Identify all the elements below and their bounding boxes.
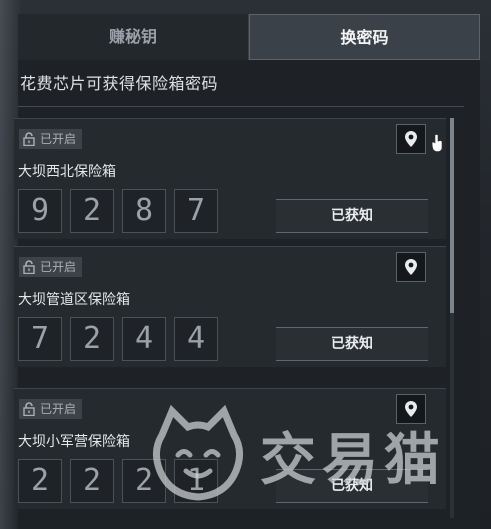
code-digit: 2 <box>70 189 114 233</box>
status-text: 已开启 <box>40 132 77 146</box>
code-digit: 2 <box>122 459 166 503</box>
status-text: 已开启 <box>40 402 77 416</box>
tab-earn-keys[interactable]: 赚秘钥 <box>18 14 249 60</box>
safe-name: 大坝小军营保险箱 <box>18 434 130 450</box>
location-pin-icon <box>405 259 417 275</box>
status-text: 已开启 <box>40 260 77 274</box>
status-badge: 已开启 <box>19 129 83 149</box>
code-digit: 4 <box>174 317 218 361</box>
safe-name: 大坝西北保险箱 <box>18 164 116 180</box>
code-digit: 1 <box>174 459 218 503</box>
unlock-icon <box>23 402 35 416</box>
status-badge: 已开启 <box>19 257 83 277</box>
code-digit: 2 <box>18 459 62 503</box>
safe-list: 已开启 大坝西北保险箱 9 2 8 7 已获知 已开启 大坝管道区保险箱 7 2… <box>14 118 446 529</box>
location-pin-icon <box>405 131 417 147</box>
locate-button[interactable] <box>396 124 426 154</box>
code-digit: 7 <box>18 317 62 361</box>
code-digit: 2 <box>70 459 114 503</box>
known-button[interactable]: 已获知 <box>276 327 428 361</box>
code-digits: 7 2 4 4 <box>18 317 218 361</box>
unlock-icon <box>23 132 35 146</box>
locate-button[interactable] <box>396 252 426 282</box>
safe-card: 已开启 大坝管道区保险箱 7 2 4 4 已获知 <box>14 246 446 367</box>
known-button[interactable]: 已获知 <box>276 199 428 233</box>
safe-card: 已开启 大坝小军营保险箱 2 2 2 1 已获知 <box>14 388 446 509</box>
code-digits: 9 2 8 7 <box>18 189 218 233</box>
code-digit: 9 <box>18 189 62 233</box>
hand-cursor-icon <box>432 134 443 152</box>
divider <box>18 106 464 107</box>
status-badge: 已开启 <box>19 399 83 419</box>
tab-exchange-code[interactable]: 换密码 <box>249 14 480 60</box>
panel-subtitle: 花费芯片可获得保险箱密码 <box>20 74 219 93</box>
code-digit: 2 <box>70 317 114 361</box>
tab-bar: 赚秘钥 换密码 <box>18 14 480 60</box>
code-digit: 7 <box>174 189 218 233</box>
code-digit: 4 <box>122 317 166 361</box>
scrollbar-thumb[interactable] <box>450 118 454 313</box>
code-digits: 2 2 2 1 <box>18 459 218 503</box>
code-digit: 8 <box>122 189 166 233</box>
unlock-icon <box>23 260 35 274</box>
location-pin-icon <box>405 401 417 417</box>
locate-button[interactable] <box>396 394 426 424</box>
safe-card: 已开启 大坝西北保险箱 9 2 8 7 已获知 <box>14 118 446 239</box>
scrollbar[interactable] <box>450 118 454 518</box>
safe-name: 大坝管道区保险箱 <box>18 292 130 308</box>
known-button[interactable]: 已获知 <box>276 469 428 503</box>
